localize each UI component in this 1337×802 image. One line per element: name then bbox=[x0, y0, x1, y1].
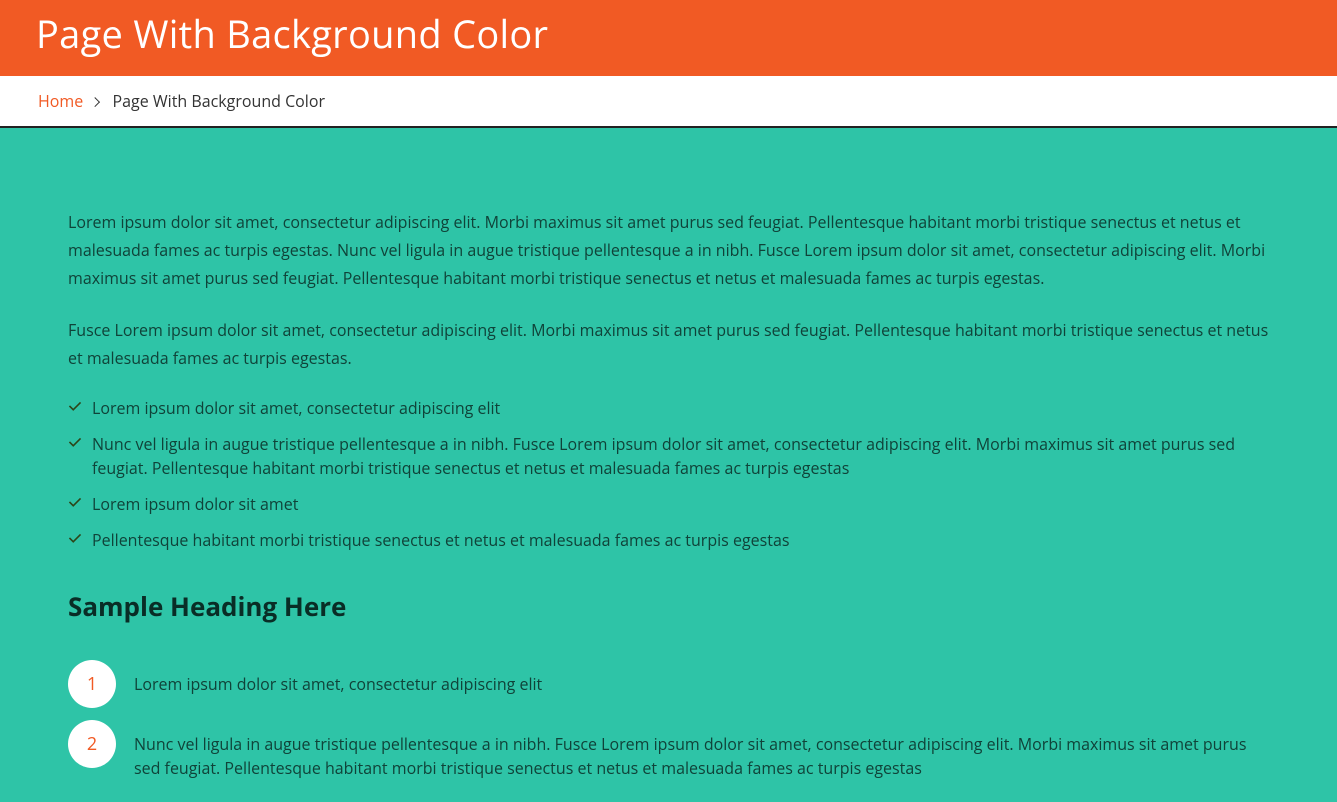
numbered-list-item: 1 Lorem ipsum dolor sit amet, consectetu… bbox=[68, 660, 1269, 708]
page-content: Lorem ipsum dolor sit amet, consectetur … bbox=[0, 128, 1337, 802]
breadcrumb: Home Page With Background Color bbox=[0, 76, 1337, 128]
numbered-list-text: Lorem ipsum dolor sit amet, consectetur … bbox=[134, 660, 542, 696]
number-badge: 2 bbox=[68, 720, 116, 768]
page-title: Page With Background Color bbox=[36, 8, 1301, 60]
check-icon bbox=[68, 531, 82, 545]
chevron-right-icon bbox=[91, 97, 101, 107]
checklist-item-text: Nunc vel ligula in augue tristique pelle… bbox=[92, 433, 1235, 479]
sample-heading: Sample Heading Here bbox=[68, 588, 1269, 624]
check-icon bbox=[68, 399, 82, 413]
numbered-list-text: Nunc vel ligula in augue tristique pelle… bbox=[134, 720, 1269, 780]
checklist-item: Nunc vel ligula in augue tristique pelle… bbox=[68, 432, 1269, 480]
breadcrumb-current: Page With Background Color bbox=[113, 90, 325, 112]
intro-paragraph-2: Fusce Lorem ipsum dolor sit amet, consec… bbox=[68, 316, 1269, 372]
checklist-item-text: Lorem ipsum dolor sit amet bbox=[92, 493, 298, 515]
check-icon bbox=[68, 495, 82, 509]
checklist-item: Pellentesque habitant morbi tristique se… bbox=[68, 528, 1269, 552]
checklist-item: Lorem ipsum dolor sit amet bbox=[68, 492, 1269, 516]
breadcrumb-home-link[interactable]: Home bbox=[38, 90, 83, 112]
intro-paragraph-1: Lorem ipsum dolor sit amet, consectetur … bbox=[68, 208, 1269, 292]
checklist-item: Lorem ipsum dolor sit amet, consectetur … bbox=[68, 396, 1269, 420]
checklist: Lorem ipsum dolor sit amet, consectetur … bbox=[68, 396, 1269, 552]
checklist-item-text: Pellentesque habitant morbi tristique se… bbox=[92, 529, 789, 551]
numbered-list: 1 Lorem ipsum dolor sit amet, consectetu… bbox=[68, 660, 1269, 780]
check-icon bbox=[68, 435, 82, 449]
checklist-item-text: Lorem ipsum dolor sit amet, consectetur … bbox=[92, 397, 500, 419]
page-header: Page With Background Color bbox=[0, 0, 1337, 76]
numbered-list-item: 2 Nunc vel ligula in augue tristique pel… bbox=[68, 720, 1269, 780]
number-badge: 1 bbox=[68, 660, 116, 708]
